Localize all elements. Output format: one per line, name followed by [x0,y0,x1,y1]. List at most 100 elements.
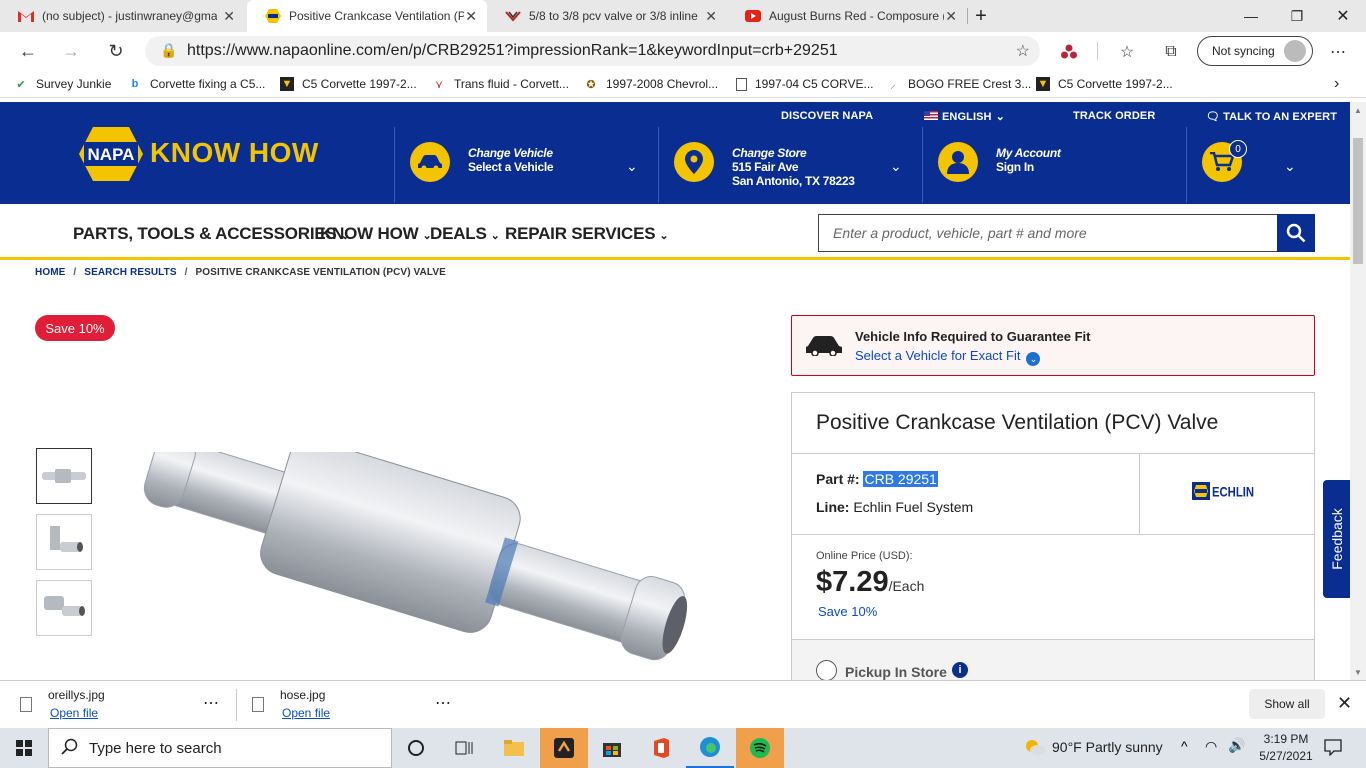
close-icon[interactable]: ✕ [1337,693,1352,714]
url-input[interactable]: 🔒 https://www.napaonline.com/en/p/CRB292… [145,36,1040,66]
change-vehicle-title[interactable]: Change Vehicle [468,146,553,160]
more-options-icon[interactable]: ⋯ [435,693,451,713]
product-main-image[interactable] [112,433,702,680]
bookmark-item[interactable]: ⸝ BOGO FREE Crest 3... [886,75,1031,93]
bookmark-item[interactable]: ▼ C5 Corvette 1997-2... [1036,75,1173,93]
user-icon[interactable] [938,142,978,182]
pickup-radio[interactable] [816,660,837,680]
bookmark-item[interactable]: 1997-04 C5 CORVE... [736,75,874,93]
bookmark-item[interactable]: ⋎ Trans fluid - Corvett... [432,75,569,93]
taskbar-search-input[interactable]: Type here to search [48,728,392,768]
breadcrumb-home[interactable]: HOME [35,267,65,278]
divider [1139,454,1140,534]
menu-repair-services[interactable]: REPAIR SERVICES ⌄ [505,224,669,244]
product-thumbnail[interactable] [36,514,92,570]
more-options-icon[interactable]: ⋯ [1327,41,1349,63]
menu-know-how[interactable]: KNOW HOW ⌄ [320,224,432,244]
profile-sync-button[interactable]: Not syncing [1197,36,1313,66]
bookmark-item[interactable]: ▼ C5 Corvette 1997-2... [280,75,417,93]
pickup-label[interactable]: Pickup In Store [845,664,947,680]
bookmark-label: Trans fluid - Corvett... [454,77,569,91]
feedback-tab[interactable]: Feedback [1323,480,1350,598]
app-icon-pinned[interactable] [540,728,588,768]
discover-napa-link[interactable]: DISCOVER NAPA [781,110,873,122]
info-icon[interactable]: i [952,662,968,678]
chevron-down-icon[interactable]: ⌄ [626,158,638,175]
bookmark-item[interactable]: ✪ 1997-2008 Chevrol... [584,75,718,93]
more-options-icon[interactable]: ⋯ [203,693,219,713]
weather-text[interactable]: 90°F Partly sunny [1052,739,1163,755]
chevron-down-icon[interactable]: ⌄ [890,158,902,175]
store-icon[interactable] [588,728,636,768]
notifications-icon[interactable] [1324,738,1342,761]
close-icon[interactable]: ✕ [223,8,235,25]
page-scrollbar[interactable]: ▲ ▼ [1350,102,1366,680]
add-favorite-icon[interactable]: ☆ [1016,41,1030,61]
edge-icon[interactable] [686,728,734,768]
bookmark-item[interactable]: ✔ Survey Junkie [14,75,111,93]
product-search-input[interactable]: Enter a product, vehicle, part # and mor… [818,214,1278,252]
bookmark-label: BOGO FREE Crest 3... [908,77,1032,91]
change-store-title[interactable]: Change Store [732,146,807,160]
clock-time[interactable]: 3:19 PM [1256,732,1316,746]
tab-napa[interactable]: Positive Crankcase Ventilation (P ✕ [247,0,487,32]
show-all-downloads-button[interactable]: Show all [1249,689,1325,719]
close-icon[interactable]: ✕ [465,8,477,25]
spotify-icon[interactable] [736,728,784,768]
scroll-thumb[interactable] [1353,138,1363,264]
cortana-icon[interactable] [392,728,440,768]
talk-to-expert-link[interactable]: 🗨 TALK TO AN EXPERT [1206,110,1337,123]
header-divider [394,127,395,203]
file-explorer-icon[interactable] [490,728,538,768]
product-thumbnail[interactable] [36,448,92,504]
close-icon[interactable]: ✕ [705,8,717,25]
location-pin-icon[interactable] [674,142,714,182]
bookmarks-overflow-icon[interactable]: › [1334,75,1339,93]
napa-logo[interactable]: NAPA [78,126,144,182]
track-order-link[interactable]: TRACK ORDER [1073,110,1155,122]
forward-button[interactable]: → [57,37,85,65]
new-tab-button[interactable]: + [958,0,1004,32]
language-selector[interactable]: ENGLISH ⌄ [924,110,1005,123]
close-icon[interactable]: ✕ [945,8,957,25]
menu-deals[interactable]: DEALS ⌄ [430,224,500,244]
my-account-title[interactable]: My Account [996,146,1061,160]
download-item[interactable]: oreillys.jpg Open file ⋯ [20,681,230,729]
scroll-down-icon[interactable]: ▼ [1350,664,1366,680]
clock-date[interactable]: 5/27/2021 [1256,749,1316,763]
volume-icon[interactable]: 🔊 [1228,737,1245,754]
minimize-button[interactable]: — [1228,0,1274,32]
open-file-link[interactable]: Open file [282,706,330,720]
task-view-icon[interactable] [440,728,488,768]
scroll-up-icon[interactable]: ▲ [1350,102,1366,118]
chevron-down-icon[interactable]: ⌄ [1284,158,1296,175]
window-close-button[interactable]: ✕ [1320,0,1366,32]
product-thumbnail[interactable] [36,580,92,636]
echlin-brand-logo[interactable]: ECHLIN [1192,481,1254,501]
menu-parts-tools[interactable]: PARTS, TOOLS & ACCESSORIES ⌄ [73,224,350,244]
select-vehicle-link[interactable]: Select a Vehicle for Exact Fit ⌄ [855,348,1041,366]
select-vehicle-label: Select a Vehicle for Exact Fit [855,348,1021,363]
refresh-button[interactable]: ↻ [102,37,130,65]
open-file-link[interactable]: Open file [50,706,98,720]
sign-in-link[interactable]: Sign In [996,160,1034,174]
search-button[interactable] [1277,214,1315,252]
favorites-icon[interactable]: ☆ [1116,41,1138,63]
windows-start-icon[interactable] [0,728,48,768]
restore-button[interactable]: ❐ [1274,0,1320,32]
wifi-icon[interactable]: ◠ [1205,738,1217,755]
back-button[interactable]: ← [14,37,42,65]
tab-gmail[interactable]: (no subject) - justinwraney@gma ✕ [0,0,245,32]
select-vehicle-label[interactable]: Select a Vehicle [468,160,554,174]
office-icon[interactable] [637,728,685,768]
extension-icon[interactable] [1058,41,1080,63]
car-icon[interactable] [410,142,450,182]
chevron-up-icon[interactable]: ^ [1181,738,1188,754]
tab-youtube[interactable]: August Burns Red - Composure ( ✕ [727,0,967,32]
store-address-line1: 515 Fair Ave [732,160,799,174]
collections-icon[interactable]: ⧉ [1160,41,1182,63]
download-item[interactable]: hose.jpg Open file ⋯ [252,681,462,729]
tab-corvette[interactable]: 5/8 to 3/8 pcv valve or 3/8 inline ✕ [487,0,727,32]
breadcrumb-search-results[interactable]: SEARCH RESULTS [84,267,176,278]
bookmark-item[interactable]: b Corvette fixing a C5... [128,75,266,93]
